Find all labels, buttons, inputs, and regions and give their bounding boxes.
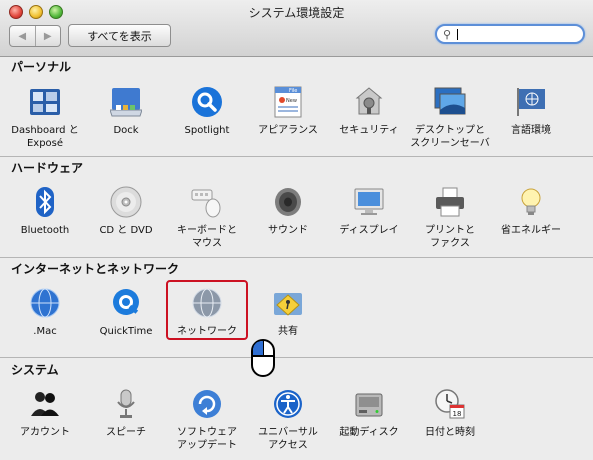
- toolbar: システム環境設定 ◀ ▶ すべてを表示 ⚲: [0, 0, 593, 57]
- pref-label: サウンド: [268, 225, 308, 236]
- pref-label: デスクトップと スクリーンセーバ: [410, 125, 490, 149]
- show-all-button[interactable]: すべてを表示: [68, 24, 171, 47]
- svg-text:New: New: [286, 98, 297, 104]
- pref-startup-disk[interactable]: 起動ディスク: [327, 388, 411, 460]
- pref-label: スピーチ: [106, 427, 146, 438]
- pref-label: 共有: [278, 326, 298, 337]
- pref-label: 日付と時刻: [425, 427, 475, 438]
- pref-label: 起動ディスク: [339, 427, 399, 438]
- spotlight-icon: [191, 86, 223, 118]
- section-title: ハードウェア: [11, 161, 84, 175]
- pref-label: Spotlight: [184, 125, 230, 136]
- divider: [0, 257, 593, 258]
- pref-accounts[interactable]: アカウント: [3, 388, 87, 460]
- svg-text:18: 18: [453, 410, 462, 418]
- pref-label: Dock: [113, 125, 139, 136]
- forward-button[interactable]: ▶: [34, 26, 61, 46]
- hardware-row: Bluetooth CD と DVD キーボードと マウス サウンド ディスプレ…: [0, 186, 593, 268]
- window-title: システム環境設定: [248, 6, 345, 20]
- pref-universal-access[interactable]: ユニバーサル アクセス: [246, 388, 330, 460]
- pref-display[interactable]: ディスプレイ: [327, 186, 411, 268]
- sharing-icon: [272, 287, 304, 319]
- pref-label: セキュリティ: [339, 125, 399, 136]
- text-caret: [457, 29, 458, 40]
- pref-date-time[interactable]: 18 日付と時刻: [408, 388, 492, 460]
- search-field[interactable]: ⚲: [435, 24, 585, 44]
- divider: [0, 156, 593, 157]
- system-preferences-window: システム環境設定 ◀ ▶ すべてを表示 ⚲ パーソナル Dashboard と …: [0, 0, 593, 460]
- system-row: アカウント スピーチ ソフトウェア アップデート ユニバーサル アクセス 起動デ…: [0, 388, 593, 460]
- pref-label: 省エネルギー: [501, 225, 561, 236]
- section-personal: パーソナル: [0, 58, 593, 76]
- pref-label: プリントと ファクス: [425, 225, 475, 249]
- svg-text:File: File: [289, 88, 297, 94]
- section-system: システム: [0, 361, 593, 379]
- network-highlight-box: [166, 280, 248, 340]
- dashboard-icon: [29, 86, 61, 118]
- printer-icon: [434, 186, 466, 218]
- quicktime-icon: [110, 287, 142, 319]
- pref-label: ディスプレイ: [339, 225, 399, 236]
- pref-cd-dvd[interactable]: CD と DVD: [84, 186, 168, 268]
- universal-access-icon: [272, 388, 304, 420]
- back-button[interactable]: ◀: [10, 26, 35, 46]
- mouse-click-icon: [251, 339, 275, 377]
- date-time-icon: 18: [434, 388, 466, 420]
- startup-disk-icon: [353, 388, 385, 420]
- pref-label: アカウント: [20, 427, 70, 438]
- energy-icon: [515, 186, 547, 218]
- cd-dvd-icon: [110, 186, 142, 218]
- section-title: パーソナル: [11, 60, 72, 74]
- pref-label: QuickTime: [99, 326, 153, 337]
- pref-label: キーボードと マウス: [177, 225, 237, 249]
- pref-keyboard-mouse[interactable]: キーボードと マウス: [165, 186, 249, 268]
- search-icon: ⚲: [443, 28, 452, 41]
- divider: [0, 357, 593, 358]
- pref-software-update[interactable]: ソフトウェア アップデート: [165, 388, 249, 460]
- pref-sound[interactable]: サウンド: [246, 186, 330, 268]
- display-icon: [353, 186, 385, 218]
- pref-bluetooth[interactable]: Bluetooth: [3, 186, 87, 268]
- back-forward-control: ◀ ▶: [9, 25, 61, 47]
- section-internet-network: インターネットとネットワーク: [0, 260, 593, 278]
- pref-label: .Mac: [33, 326, 57, 337]
- pref-print-fax[interactable]: プリントと ファクス: [408, 186, 492, 268]
- section-title: システム: [11, 363, 59, 377]
- pref-energy-saver[interactable]: 省エネルギー: [489, 186, 573, 268]
- pref-label: Bluetooth: [20, 225, 70, 236]
- keyboard-mouse-icon: [191, 186, 223, 218]
- pref-label: 言語環境: [511, 125, 551, 136]
- desktop-icon: [434, 86, 466, 118]
- section-title: インターネットとネットワーク: [11, 262, 180, 276]
- appearance-icon: File New: [272, 86, 304, 118]
- speech-icon: [110, 388, 142, 420]
- pref-label: CD と DVD: [99, 225, 153, 236]
- mac-icon: [29, 287, 61, 319]
- security-icon: [353, 86, 385, 118]
- pref-label: ソフトウェア アップデート: [177, 427, 237, 451]
- pref-speech[interactable]: スピーチ: [84, 388, 168, 460]
- pref-label: Dashboard と Exposé: [11, 125, 79, 149]
- bluetooth-icon: [29, 186, 61, 218]
- software-update-icon: [191, 388, 223, 420]
- pref-label: アピアランス: [258, 125, 318, 136]
- section-hardware: ハードウェア: [0, 159, 593, 177]
- dock-icon: [110, 86, 142, 118]
- international-icon: [515, 86, 547, 118]
- sound-icon: [272, 186, 304, 218]
- accounts-icon: [29, 388, 61, 420]
- pref-label: ユニバーサル アクセス: [258, 427, 318, 451]
